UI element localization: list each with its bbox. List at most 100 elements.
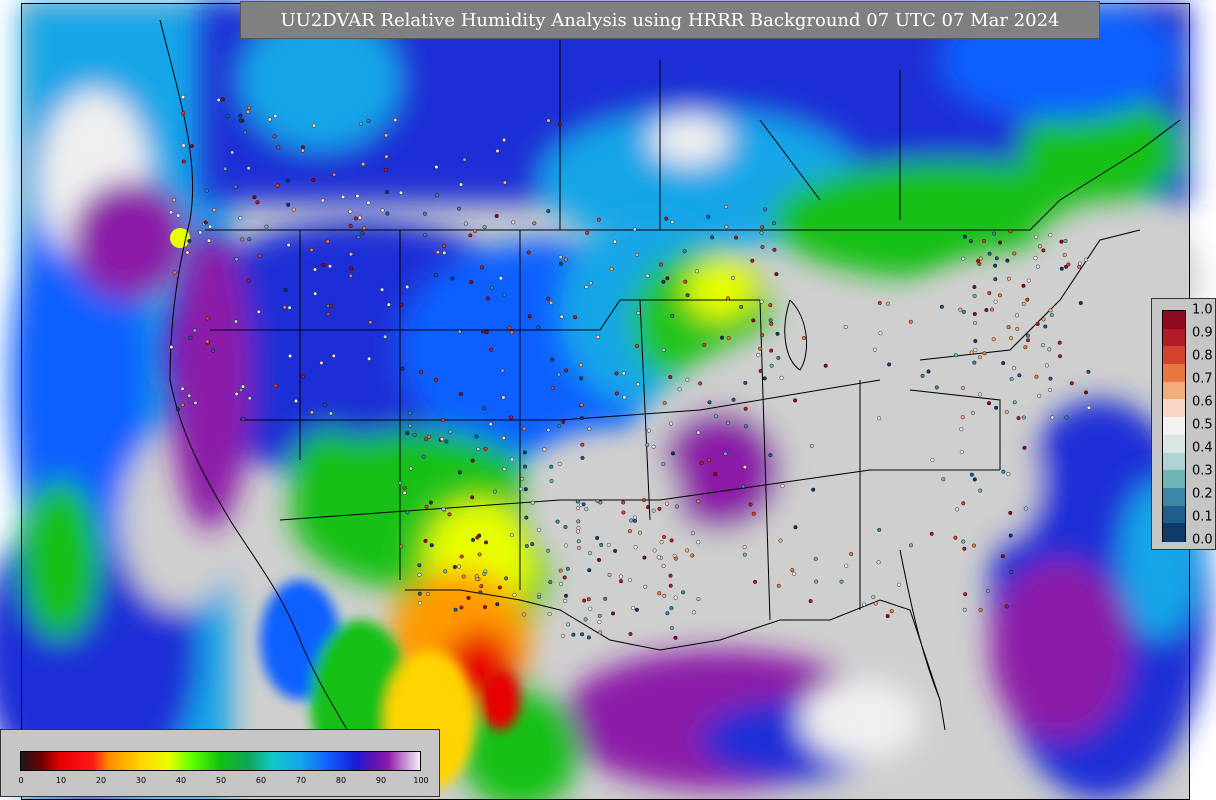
- station-dot: [484, 330, 489, 335]
- station-dot: [982, 238, 987, 243]
- station-dot: [1004, 409, 1009, 414]
- station-dot: [507, 325, 512, 330]
- station-dot: [1063, 238, 1068, 243]
- station-dot: [309, 247, 314, 252]
- station-dot: [978, 488, 983, 493]
- station-dot: [961, 385, 966, 390]
- station-dot: [750, 258, 755, 263]
- station-dot: [571, 632, 576, 637]
- station-dot: [286, 243, 291, 248]
- station-dot: [613, 548, 618, 553]
- station-dot: [581, 502, 586, 507]
- station-dot: [970, 410, 975, 415]
- station-dot: [331, 353, 336, 358]
- station-dot: [385, 190, 390, 195]
- station-dot: [699, 461, 704, 466]
- station-dot: [776, 583, 781, 588]
- station-dot: [742, 552, 747, 557]
- station-dot: [502, 137, 507, 142]
- station-dot: [192, 328, 197, 333]
- station-dot: [742, 545, 747, 550]
- obs-colorbar-band: [1163, 328, 1185, 348]
- station-dot: [739, 305, 744, 310]
- station-dot: [412, 432, 417, 437]
- station-dot: [313, 267, 318, 272]
- station-dot: [1017, 373, 1022, 378]
- station-dot: [1083, 257, 1088, 262]
- station-dot: [651, 508, 656, 513]
- station-dot: [997, 293, 1002, 298]
- station-dot: [457, 564, 462, 569]
- station-dot: [238, 388, 243, 393]
- station-dot: [1047, 387, 1052, 392]
- station-dot: [873, 601, 878, 606]
- station-dot: [549, 479, 554, 484]
- station-dot: [690, 553, 695, 558]
- station-dot: [459, 554, 464, 559]
- station-dot: [635, 252, 640, 257]
- station-dot: [509, 533, 514, 538]
- station-dot: [657, 506, 662, 511]
- station-dot: [481, 329, 486, 334]
- station-dot: [769, 348, 774, 353]
- station-dot: [612, 239, 617, 244]
- station-dot: [772, 247, 777, 252]
- station-dot: [646, 505, 651, 510]
- rh-tick-label: 40: [175, 776, 187, 785]
- station-dot: [385, 211, 390, 216]
- station-dot: [530, 500, 535, 505]
- station-dot: [480, 265, 485, 270]
- station-dot: [482, 225, 487, 230]
- station-dot: [452, 565, 457, 570]
- station-dot: [1077, 261, 1082, 266]
- station-dot: [233, 184, 238, 189]
- station-dot: [565, 566, 570, 571]
- rh-tick-label: 80: [335, 776, 347, 785]
- station-dot: [402, 490, 407, 495]
- station-dot: [670, 219, 675, 224]
- obs-colorbar-band: [1163, 470, 1185, 490]
- station-dot: [713, 414, 718, 419]
- station-dot: [469, 280, 474, 285]
- station-dot: [1005, 258, 1010, 263]
- station-dot: [953, 535, 958, 540]
- station-dot: [992, 231, 997, 236]
- station-dot: [690, 531, 695, 536]
- station-dot: [408, 466, 413, 471]
- station-dot: [730, 276, 735, 281]
- station-dot: [558, 254, 563, 259]
- station-dot: [405, 510, 410, 515]
- station-dot: [520, 476, 525, 481]
- station-dot: [1009, 377, 1014, 382]
- station-dot: [1025, 338, 1030, 343]
- station-dot: [225, 114, 230, 119]
- station-dot: [629, 518, 634, 523]
- station-dot: [563, 257, 568, 262]
- station-dot: [240, 237, 245, 242]
- station-dot: [982, 351, 987, 356]
- station-dot: [1043, 324, 1048, 329]
- station-dot: [1069, 381, 1074, 386]
- station-dot: [291, 207, 296, 212]
- station-dot: [1008, 510, 1013, 515]
- station-dot: [973, 339, 978, 344]
- station-dot: [474, 574, 479, 579]
- obs-colorbar-band: [1163, 434, 1185, 454]
- obs-tick-label: 0.3: [1192, 463, 1213, 479]
- station-dot: [1044, 363, 1049, 368]
- station-dot: [386, 302, 391, 307]
- station-dot: [681, 590, 686, 595]
- station-dot: [188, 335, 193, 340]
- station-dot: [384, 133, 389, 138]
- station-dot: [768, 453, 773, 458]
- station-dot: [584, 285, 589, 290]
- station-dot: [1059, 266, 1064, 271]
- station-dot: [839, 579, 844, 584]
- station-dot: [726, 296, 731, 301]
- obs-tick-label: 0.9: [1192, 325, 1213, 341]
- station-dot: [180, 402, 185, 407]
- station-dot: [424, 437, 429, 442]
- station-dot: [972, 312, 977, 317]
- station-dot: [562, 575, 567, 580]
- station-dot: [991, 337, 996, 342]
